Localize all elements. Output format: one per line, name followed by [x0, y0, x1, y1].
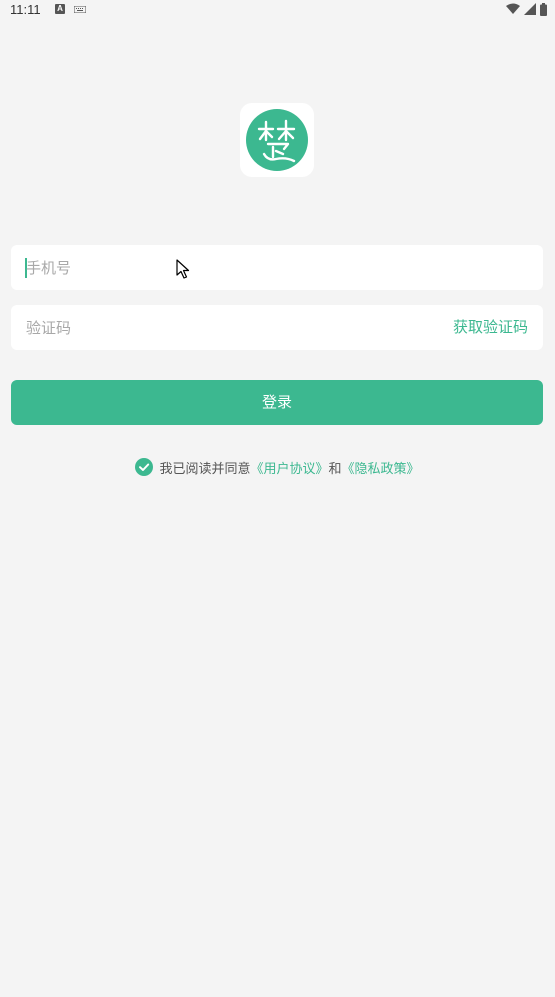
- code-field[interactable]: 获取验证码: [11, 305, 543, 350]
- login-button[interactable]: 登录: [11, 380, 543, 425]
- mouse-pointer-icon: [176, 259, 190, 279]
- agreement-conjunction: 和: [328, 461, 342, 477]
- agreement-row: 我已阅读并同意 《用户协议》 和 《隐私政策》: [0, 457, 555, 477]
- agree-checkbox[interactable]: [135, 458, 154, 476]
- status-time: 11:11: [10, 2, 41, 17]
- battery-icon: [540, 2, 547, 16]
- check-icon: [139, 463, 150, 471]
- user-agreement-link[interactable]: 《用户协议》: [250, 458, 328, 477]
- keyboard-icon: [74, 6, 86, 13]
- status-bar: 11:11 A: [0, 0, 555, 20]
- app-notification-icon: A: [55, 4, 65, 14]
- phone-field[interactable]: [11, 245, 543, 290]
- chu-logo-icon: [257, 119, 296, 163]
- signal-icon: [524, 3, 536, 15]
- phone-input[interactable]: [26, 245, 426, 290]
- agreement-text: 我已阅读并同意: [159, 461, 251, 477]
- wifi-icon: [506, 3, 520, 14]
- privacy-policy-link[interactable]: 《隐私政策》: [342, 458, 420, 477]
- verification-code-input[interactable]: [26, 305, 426, 350]
- app-logo: [240, 103, 314, 177]
- get-code-button[interactable]: 获取验证码: [453, 305, 528, 350]
- status-indicators: [506, 2, 547, 16]
- logo-circle: [246, 109, 308, 171]
